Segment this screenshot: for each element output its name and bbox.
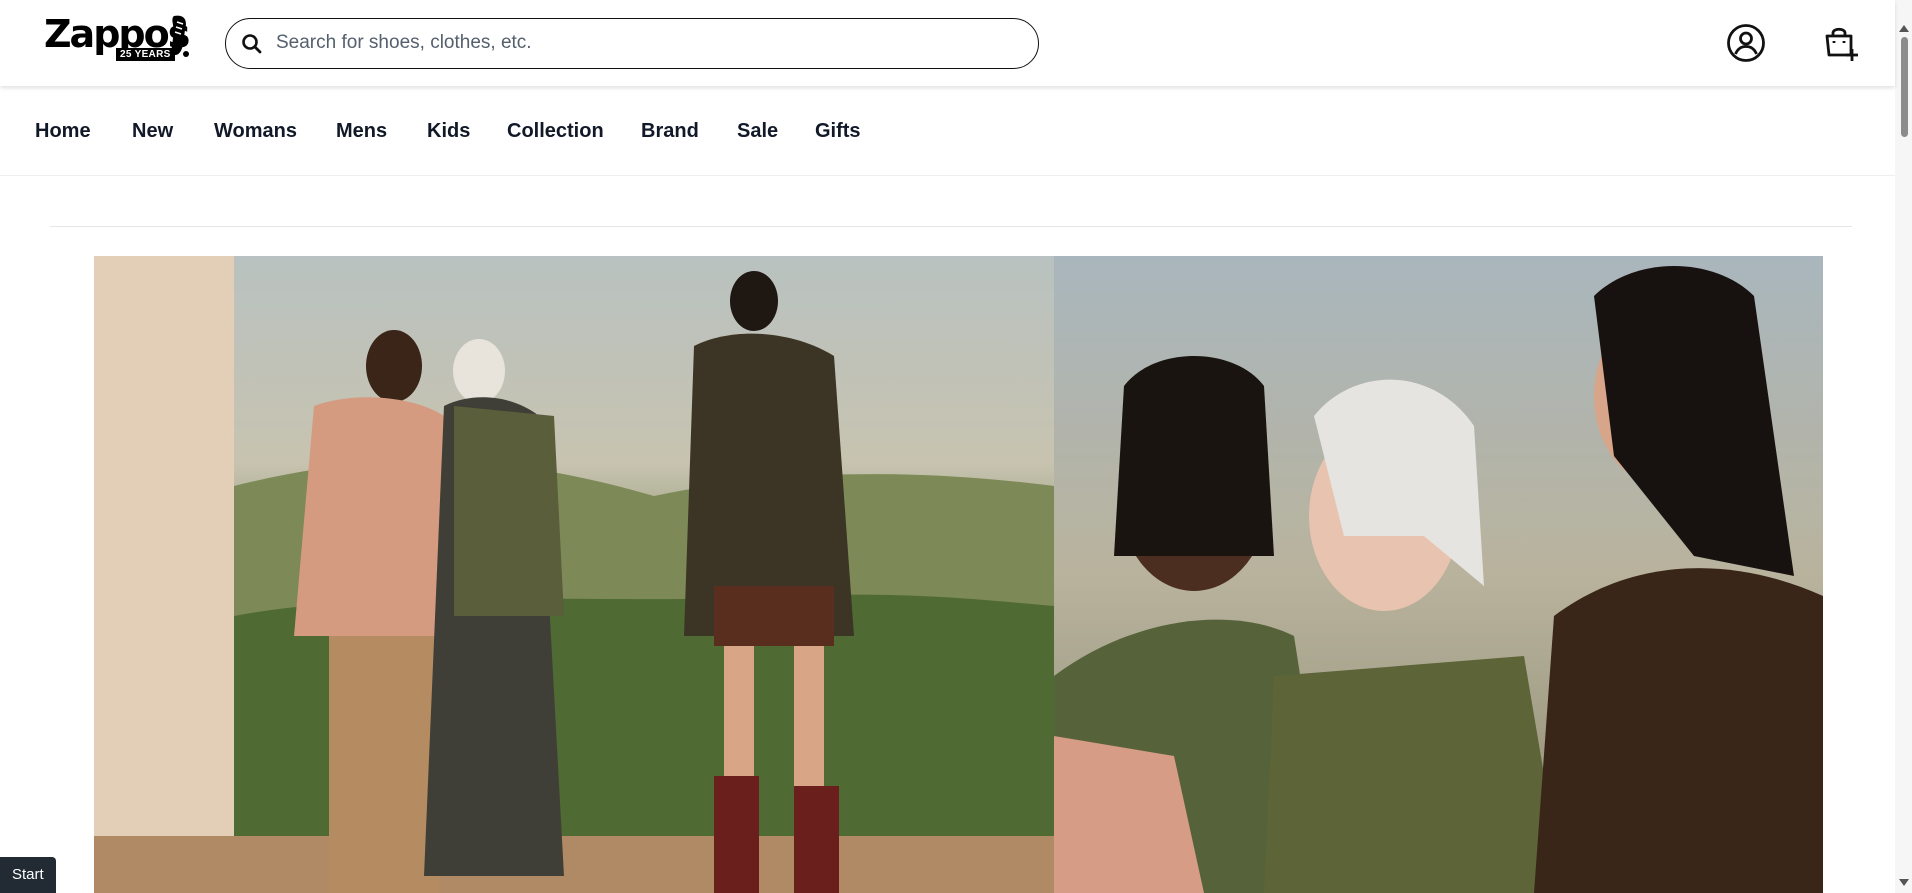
nav-item-mens[interactable]: Mens <box>336 120 387 143</box>
nav-item-collection[interactable]: Collection <box>507 120 604 143</box>
search-input[interactable] <box>276 27 1016 59</box>
content-divider <box>50 226 1852 227</box>
hero-banner[interactable] <box>94 256 1823 893</box>
shopping-bag-add-icon <box>1825 27 1858 61</box>
hero-image <box>94 256 1823 893</box>
scroll-down-arrow-icon[interactable] <box>1899 879 1909 886</box>
nav-item-brand[interactable]: Brand <box>641 120 699 143</box>
nav-item-sale[interactable]: Sale <box>737 120 778 143</box>
search-bar[interactable] <box>225 18 1039 69</box>
shoe-logo-icon <box>171 15 189 57</box>
nav-item-gifts[interactable]: Gifts <box>815 120 861 143</box>
main-navigation: Home New Womans Mens Kids Collection Bra… <box>0 86 1895 176</box>
search-icon[interactable] <box>240 32 264 56</box>
nav-item-womans[interactable]: Womans <box>214 120 297 143</box>
scroll-up-arrow-icon[interactable] <box>1899 25 1909 32</box>
nav-item-home[interactable]: Home <box>35 120 91 143</box>
site-header: Zappos 25 YEARS <box>0 0 1895 86</box>
start-button[interactable]: Start <box>0 857 56 893</box>
nav-item-kids[interactable]: Kids <box>427 120 470 143</box>
account-icon <box>1727 24 1765 62</box>
scrollbar-thumb[interactable] <box>1901 37 1908 137</box>
nav-item-new[interactable]: New <box>132 120 173 143</box>
zappos-logo[interactable]: Zappos 25 YEARS <box>42 10 190 66</box>
cart-button[interactable] <box>1818 20 1864 66</box>
logo-badge: 25 YEARS <box>116 48 175 61</box>
account-button[interactable] <box>1723 20 1769 66</box>
